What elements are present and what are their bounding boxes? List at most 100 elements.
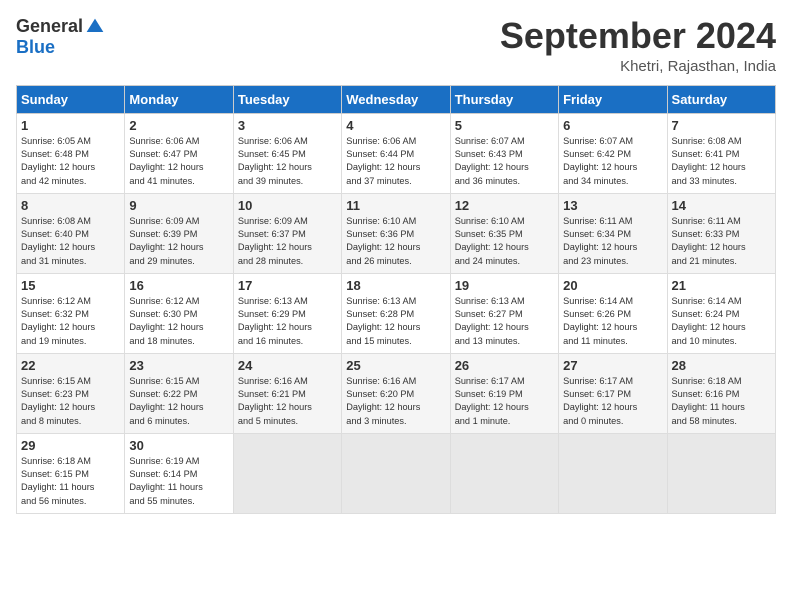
cell-info: Sunrise: 6:13 AMSunset: 6:28 PMDaylight:… <box>346 296 420 346</box>
day-number: 26 <box>455 358 554 373</box>
calendar-cell: 24 Sunrise: 6:16 AMSunset: 6:21 PMDaylig… <box>233 353 341 433</box>
calendar-cell: 1 Sunrise: 6:05 AMSunset: 6:48 PMDayligh… <box>17 113 125 193</box>
calendar-cell: 23 Sunrise: 6:15 AMSunset: 6:22 PMDaylig… <box>125 353 233 433</box>
day-number: 12 <box>455 198 554 213</box>
calendar-cell: 6 Sunrise: 6:07 AMSunset: 6:42 PMDayligh… <box>559 113 667 193</box>
calendar-cell: 8 Sunrise: 6:08 AMSunset: 6:40 PMDayligh… <box>17 193 125 273</box>
cell-info: Sunrise: 6:14 AMSunset: 6:24 PMDaylight:… <box>672 296 746 346</box>
calendar-cell: 11 Sunrise: 6:10 AMSunset: 6:36 PMDaylig… <box>342 193 450 273</box>
calendar-cell: 29 Sunrise: 6:18 AMSunset: 6:15 PMDaylig… <box>17 433 125 513</box>
calendar-cell: 5 Sunrise: 6:07 AMSunset: 6:43 PMDayligh… <box>450 113 558 193</box>
day-number: 28 <box>672 358 771 373</box>
header-row-days: SundayMondayTuesdayWednesdayThursdayFrid… <box>17 85 776 113</box>
calendar-cell: 21 Sunrise: 6:14 AMSunset: 6:24 PMDaylig… <box>667 273 775 353</box>
calendar-cell: 22 Sunrise: 6:15 AMSunset: 6:23 PMDaylig… <box>17 353 125 433</box>
day-number: 10 <box>238 198 337 213</box>
day-number: 18 <box>346 278 445 293</box>
cell-info: Sunrise: 6:19 AMSunset: 6:14 PMDaylight:… <box>129 456 202 506</box>
calendar-cell <box>233 433 341 513</box>
calendar-cell <box>559 433 667 513</box>
calendar-cell: 15 Sunrise: 6:12 AMSunset: 6:32 PMDaylig… <box>17 273 125 353</box>
calendar-cell: 9 Sunrise: 6:09 AMSunset: 6:39 PMDayligh… <box>125 193 233 273</box>
calendar-cell: 4 Sunrise: 6:06 AMSunset: 6:44 PMDayligh… <box>342 113 450 193</box>
month-title: September 2024 <box>500 16 776 56</box>
day-number: 23 <box>129 358 228 373</box>
day-number: 7 <box>672 118 771 133</box>
calendar-cell: 25 Sunrise: 6:16 AMSunset: 6:20 PMDaylig… <box>342 353 450 433</box>
calendar-cell: 30 Sunrise: 6:19 AMSunset: 6:14 PMDaylig… <box>125 433 233 513</box>
calendar-cell: 17 Sunrise: 6:13 AMSunset: 6:29 PMDaylig… <box>233 273 341 353</box>
cell-info: Sunrise: 6:06 AMSunset: 6:44 PMDaylight:… <box>346 136 420 186</box>
title-block: September 2024 Khetri, Rajasthan, India <box>500 16 776 75</box>
cell-info: Sunrise: 6:17 AMSunset: 6:17 PMDaylight:… <box>563 376 637 426</box>
header-wednesday: Wednesday <box>342 85 450 113</box>
cell-info: Sunrise: 6:16 AMSunset: 6:20 PMDaylight:… <box>346 376 420 426</box>
cell-info: Sunrise: 6:15 AMSunset: 6:23 PMDaylight:… <box>21 376 95 426</box>
day-number: 20 <box>563 278 662 293</box>
day-number: 14 <box>672 198 771 213</box>
calendar-cell: 20 Sunrise: 6:14 AMSunset: 6:26 PMDaylig… <box>559 273 667 353</box>
cell-info: Sunrise: 6:14 AMSunset: 6:26 PMDaylight:… <box>563 296 637 346</box>
calendar-cell: 12 Sunrise: 6:10 AMSunset: 6:35 PMDaylig… <box>450 193 558 273</box>
day-number: 24 <box>238 358 337 373</box>
calendar-cell: 14 Sunrise: 6:11 AMSunset: 6:33 PMDaylig… <box>667 193 775 273</box>
calendar-cell: 7 Sunrise: 6:08 AMSunset: 6:41 PMDayligh… <box>667 113 775 193</box>
day-number: 27 <box>563 358 662 373</box>
cell-info: Sunrise: 6:07 AMSunset: 6:43 PMDaylight:… <box>455 136 529 186</box>
header-friday: Friday <box>559 85 667 113</box>
day-number: 30 <box>129 438 228 453</box>
page: General Blue September 2024 Khetri, Raja… <box>0 0 792 612</box>
header-thursday: Thursday <box>450 85 558 113</box>
week-row: 1 Sunrise: 6:05 AMSunset: 6:48 PMDayligh… <box>17 113 776 193</box>
cell-info: Sunrise: 6:06 AMSunset: 6:45 PMDaylight:… <box>238 136 312 186</box>
cell-info: Sunrise: 6:10 AMSunset: 6:36 PMDaylight:… <box>346 216 420 266</box>
cell-info: Sunrise: 6:05 AMSunset: 6:48 PMDaylight:… <box>21 136 95 186</box>
cell-info: Sunrise: 6:08 AMSunset: 6:40 PMDaylight:… <box>21 216 95 266</box>
header-saturday: Saturday <box>667 85 775 113</box>
header-tuesday: Tuesday <box>233 85 341 113</box>
header-sunday: Sunday <box>17 85 125 113</box>
day-number: 25 <box>346 358 445 373</box>
header-row: General Blue September 2024 Khetri, Raja… <box>16 16 776 75</box>
cell-info: Sunrise: 6:12 AMSunset: 6:32 PMDaylight:… <box>21 296 95 346</box>
cell-info: Sunrise: 6:08 AMSunset: 6:41 PMDaylight:… <box>672 136 746 186</box>
day-number: 3 <box>238 118 337 133</box>
calendar-cell: 2 Sunrise: 6:06 AMSunset: 6:47 PMDayligh… <box>125 113 233 193</box>
calendar-cell: 19 Sunrise: 6:13 AMSunset: 6:27 PMDaylig… <box>450 273 558 353</box>
day-number: 1 <box>21 118 120 133</box>
week-row: 29 Sunrise: 6:18 AMSunset: 6:15 PMDaylig… <box>17 433 776 513</box>
calendar-cell: 13 Sunrise: 6:11 AMSunset: 6:34 PMDaylig… <box>559 193 667 273</box>
cell-info: Sunrise: 6:18 AMSunset: 6:16 PMDaylight:… <box>672 376 745 426</box>
logo: General Blue <box>16 16 105 58</box>
calendar-cell: 27 Sunrise: 6:17 AMSunset: 6:17 PMDaylig… <box>559 353 667 433</box>
day-number: 11 <box>346 198 445 213</box>
cell-info: Sunrise: 6:15 AMSunset: 6:22 PMDaylight:… <box>129 376 203 426</box>
calendar-cell: 10 Sunrise: 6:09 AMSunset: 6:37 PMDaylig… <box>233 193 341 273</box>
cell-info: Sunrise: 6:13 AMSunset: 6:27 PMDaylight:… <box>455 296 529 346</box>
week-row: 15 Sunrise: 6:12 AMSunset: 6:32 PMDaylig… <box>17 273 776 353</box>
cell-info: Sunrise: 6:11 AMSunset: 6:33 PMDaylight:… <box>672 216 746 266</box>
calendar-cell <box>667 433 775 513</box>
day-number: 6 <box>563 118 662 133</box>
cell-info: Sunrise: 6:09 AMSunset: 6:39 PMDaylight:… <box>129 216 203 266</box>
day-number: 22 <box>21 358 120 373</box>
calendar-cell: 26 Sunrise: 6:17 AMSunset: 6:19 PMDaylig… <box>450 353 558 433</box>
logo-blue-text: Blue <box>16 37 55 58</box>
day-number: 21 <box>672 278 771 293</box>
day-number: 17 <box>238 278 337 293</box>
day-number: 8 <box>21 198 120 213</box>
day-number: 2 <box>129 118 228 133</box>
calendar-cell: 28 Sunrise: 6:18 AMSunset: 6:16 PMDaylig… <box>667 353 775 433</box>
day-number: 5 <box>455 118 554 133</box>
day-number: 13 <box>563 198 662 213</box>
header-monday: Monday <box>125 85 233 113</box>
cell-info: Sunrise: 6:11 AMSunset: 6:34 PMDaylight:… <box>563 216 637 266</box>
cell-info: Sunrise: 6:09 AMSunset: 6:37 PMDaylight:… <box>238 216 312 266</box>
calendar-cell: 3 Sunrise: 6:06 AMSunset: 6:45 PMDayligh… <box>233 113 341 193</box>
calendar-cell <box>450 433 558 513</box>
day-number: 19 <box>455 278 554 293</box>
location: Khetri, Rajasthan, India <box>500 58 776 75</box>
cell-info: Sunrise: 6:10 AMSunset: 6:35 PMDaylight:… <box>455 216 529 266</box>
logo-general-text: General <box>16 16 83 37</box>
day-number: 15 <box>21 278 120 293</box>
